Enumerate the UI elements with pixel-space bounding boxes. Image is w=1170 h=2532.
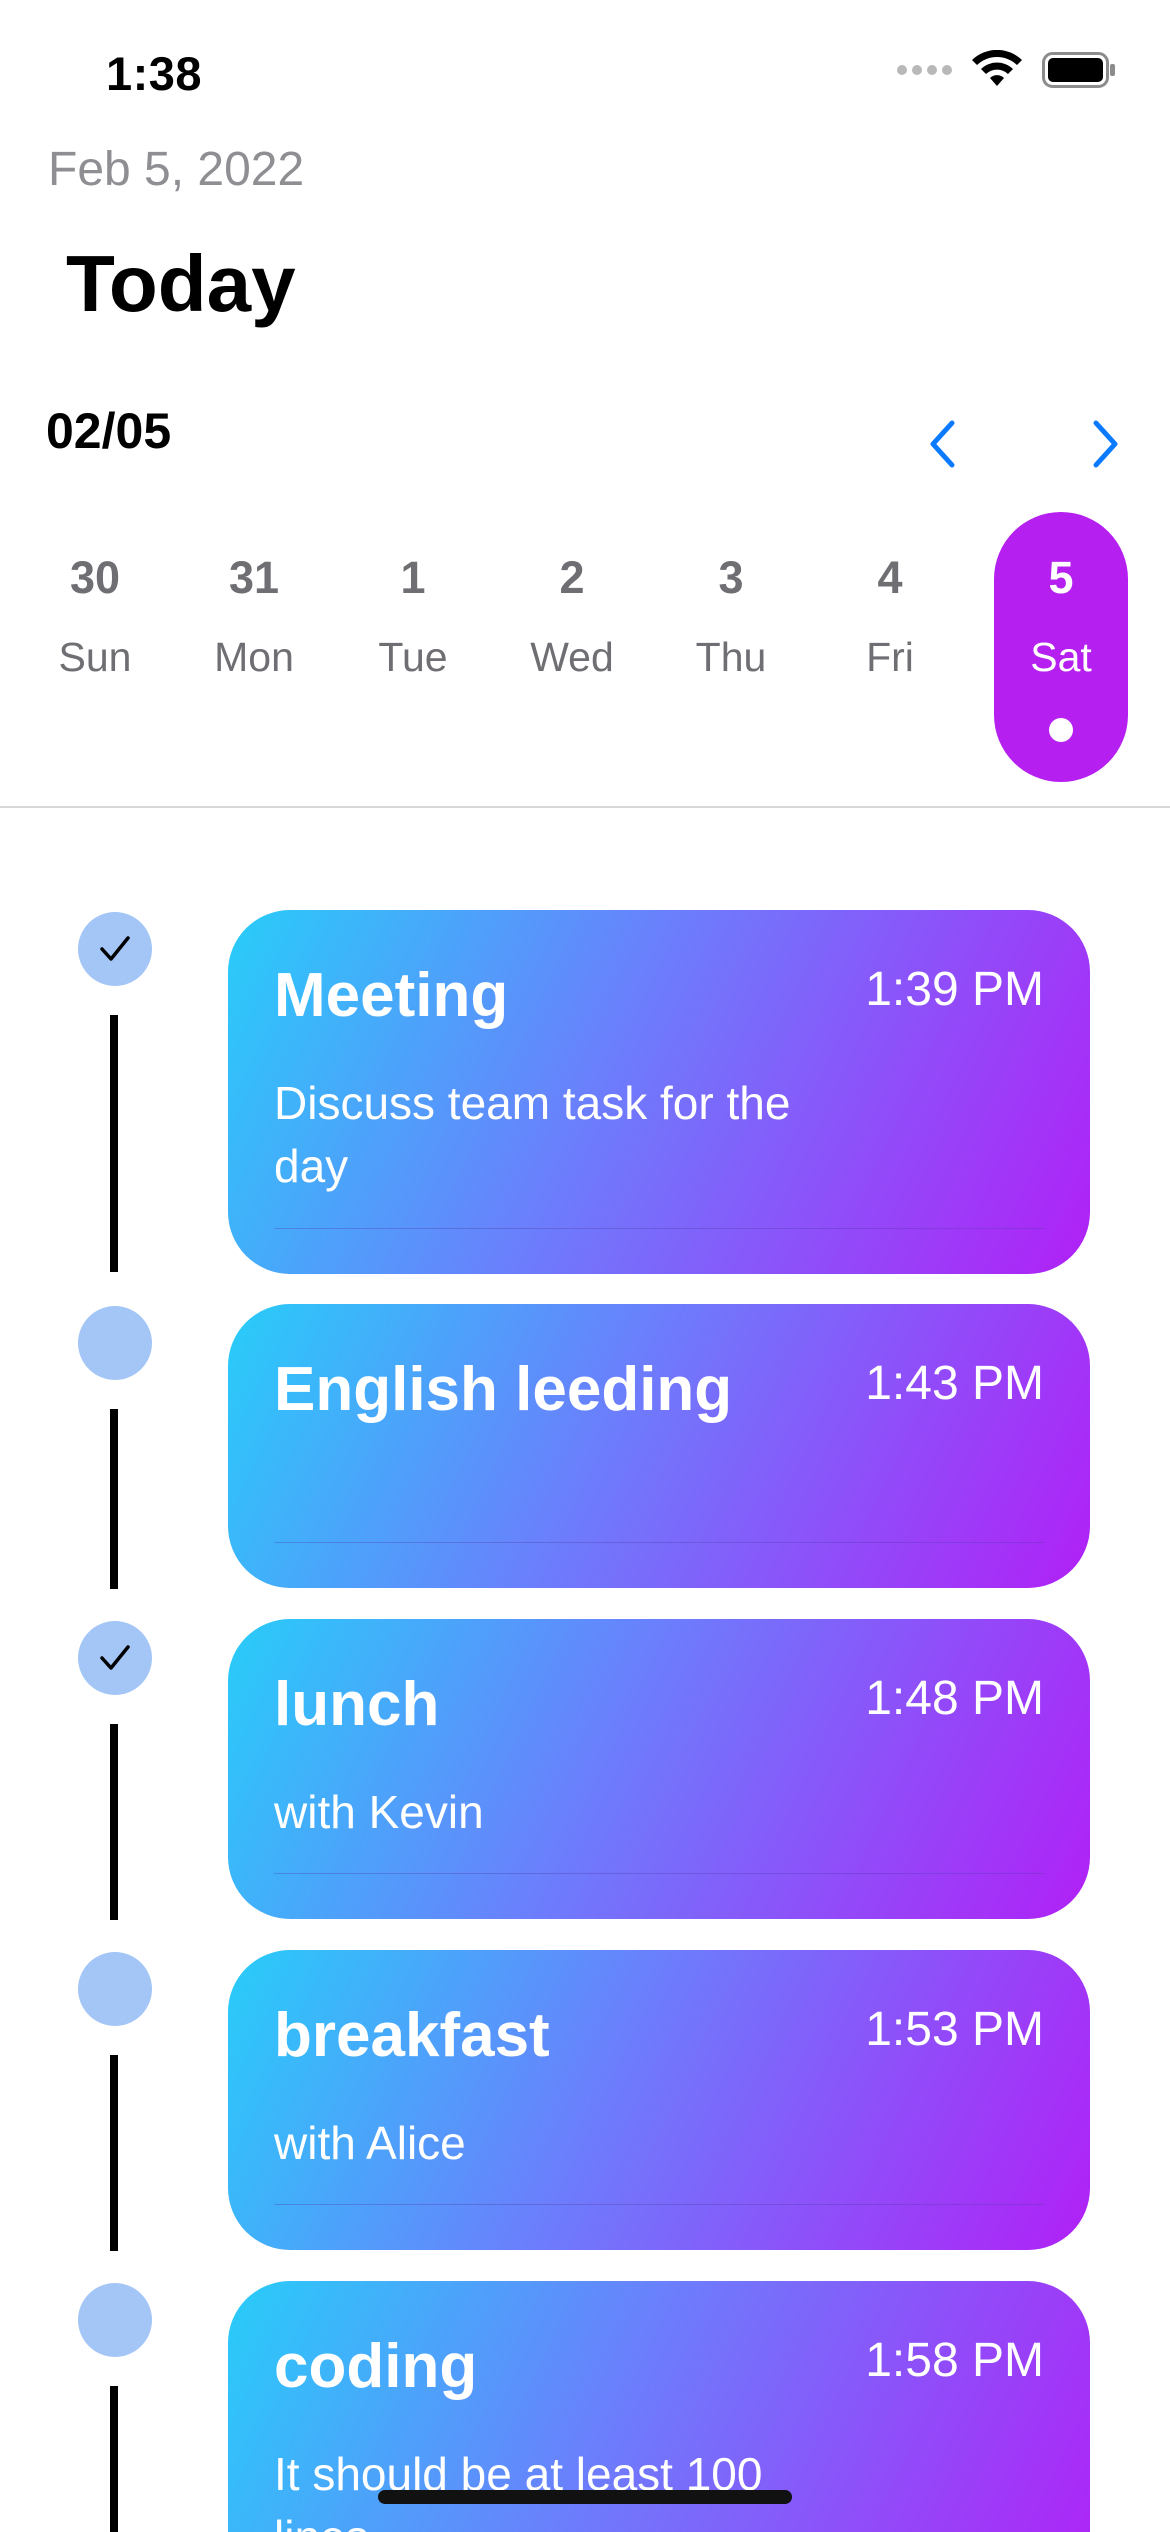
task-title: lunch <box>274 1670 440 1739</box>
task-status-toggle[interactable] <box>78 1952 152 2026</box>
day-fri[interactable]: 4 Fri <box>823 512 957 782</box>
timeline-line <box>110 2055 118 2251</box>
day-name: Tue <box>378 634 448 680</box>
status-icons <box>897 50 1116 90</box>
card-separator <box>274 1542 1044 1543</box>
day-thu[interactable]: 3 Thu <box>664 512 798 782</box>
next-week-button[interactable] <box>1076 414 1136 474</box>
day-number: 1 <box>400 552 426 603</box>
week-date: 02/05 <box>46 403 172 459</box>
task-time: 1:53 PM <box>865 2003 1044 2056</box>
day-tue[interactable]: 1 Tue <box>346 512 480 782</box>
task-description: It should be at least 100 lines <box>274 2448 763 2532</box>
day-number: 3 <box>718 552 744 603</box>
day-name: Wed <box>530 634 614 680</box>
task-card[interactable]: lunch 1:48 PM with Kevin <box>228 1619 1090 1919</box>
task-time: 1:48 PM <box>865 1672 1044 1725</box>
home-indicator[interactable] <box>378 2490 792 2504</box>
task-time: 1:58 PM <box>865 2334 1044 2387</box>
task-card[interactable]: breakfast 1:53 PM with Alice <box>228 1950 1090 2250</box>
task-time: 1:43 PM <box>865 1357 1044 1410</box>
task-status-toggle[interactable] <box>78 1306 152 1380</box>
cellular-signal-icon <box>897 65 952 75</box>
card-separator <box>274 2204 1044 2205</box>
task-description: Discuss team task for the day <box>274 1077 791 1192</box>
day-name: Sun <box>58 634 132 680</box>
task-title: English leeding <box>274 1355 733 1424</box>
task-time: 1:39 PM <box>865 963 1044 1016</box>
week-strip: 30 Sun 31 Mon 1 Tue 2 Wed 3 Thu 4 Fri 5 … <box>28 512 1142 782</box>
task-description: with Kevin <box>274 1786 484 1838</box>
task-title: breakfast <box>274 2001 550 2070</box>
card-separator <box>274 1873 1044 1874</box>
task-status-toggle[interactable] <box>78 912 152 986</box>
day-wed[interactable]: 2 Wed <box>505 512 639 782</box>
chevron-left-icon <box>930 420 955 468</box>
timeline-line <box>110 1409 118 1589</box>
timeline-line <box>110 1015 118 1272</box>
task-card[interactable]: English leeding 1:43 PM <box>228 1304 1090 1588</box>
day-number: 4 <box>877 552 903 603</box>
selected-dot <box>1049 718 1073 742</box>
day-number: 5 <box>1048 552 1074 603</box>
divider <box>0 806 1170 808</box>
chevron-right-icon <box>1093 420 1118 468</box>
wifi-icon <box>972 50 1022 86</box>
page-title: Today <box>66 239 296 328</box>
day-name: Mon <box>214 634 294 680</box>
task-title: coding <box>274 2332 478 2401</box>
task-title: Meeting <box>274 961 509 1030</box>
day-number: 30 <box>69 552 121 603</box>
status-time: 1:38 <box>106 47 203 100</box>
day-name: Fri <box>866 634 914 680</box>
day-name: Sat <box>1030 634 1092 680</box>
day-number: 31 <box>228 552 280 603</box>
day-sun[interactable]: 30 Sun <box>28 512 162 782</box>
card-separator <box>274 1228 1044 1229</box>
day-number: 2 <box>559 552 585 603</box>
check-icon <box>100 936 130 961</box>
task-description: with Alice <box>274 2117 466 2169</box>
day-sat[interactable]: 5 Sat <box>994 512 1128 782</box>
timeline-line <box>110 1724 118 1920</box>
screen: 1:38 Feb 5, 2022 Today 02/05 30 Sun 31 M… <box>0 0 1170 2532</box>
task-status-toggle[interactable] <box>78 1621 152 1695</box>
task-card[interactable]: Meeting 1:39 PM Discuss team task for th… <box>228 910 1090 1274</box>
previous-week-button[interactable] <box>912 414 972 474</box>
task-status-toggle[interactable] <box>78 2283 152 2357</box>
battery-icon <box>1042 52 1115 88</box>
check-icon <box>100 1645 130 1670</box>
header-date: Feb 5, 2022 <box>48 143 305 196</box>
day-mon[interactable]: 31 Mon <box>187 512 321 782</box>
day-name: Thu <box>695 634 767 680</box>
timeline-line <box>110 2386 118 2532</box>
